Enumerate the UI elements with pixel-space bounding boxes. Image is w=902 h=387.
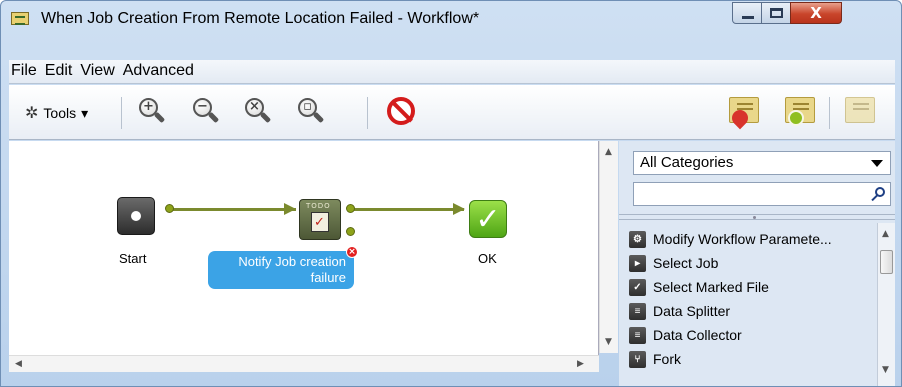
- scroll-right-icon[interactable]: ▶: [577, 359, 584, 369]
- close-icon: X: [810, 4, 822, 22]
- menu-items: File Edit View Advanced: [9, 62, 895, 80]
- toolbar: ✲ Tools ▾ + − × ▫: [9, 85, 895, 140]
- scroll-up-icon[interactable]: ▲: [605, 147, 612, 157]
- zoom-fit-button[interactable]: ▫: [296, 97, 326, 127]
- toolbar-separator: [367, 97, 368, 129]
- category-value: All Categories: [640, 154, 734, 171]
- start-node[interactable]: [117, 197, 155, 235]
- chevron-down-icon: ▾: [81, 104, 89, 121]
- data-splitter-icon: ≡: [629, 302, 646, 320]
- workflow-app-icon: [11, 12, 29, 25]
- chevron-down-icon: [871, 160, 883, 167]
- maximize-button[interactable]: [761, 2, 791, 24]
- scroll-down-icon[interactable]: ▼: [882, 365, 889, 375]
- list-item[interactable]: ▸ Select Job: [629, 251, 718, 275]
- tools-menu-button[interactable]: ✲ Tools ▾: [25, 103, 88, 123]
- ok-node-label: OK: [478, 251, 497, 266]
- select-job-icon: ▸: [629, 254, 646, 272]
- connector-arrow: [453, 203, 465, 215]
- scroll-up-icon[interactable]: ▲: [882, 229, 889, 239]
- zoom-in-button[interactable]: +: [137, 97, 167, 127]
- zoom-out-button[interactable]: −: [191, 97, 221, 127]
- list-item[interactable]: ⑂ Fork: [629, 347, 681, 371]
- connector-start-dot[interactable]: [346, 204, 355, 213]
- menu-file[interactable]: File: [11, 62, 37, 80]
- connector-arrow: [284, 203, 296, 215]
- tools-label: Tools: [43, 105, 77, 121]
- list-scrollbar[interactable]: ▲ ▼: [877, 223, 895, 386]
- toolbar-separator: [829, 97, 830, 129]
- connector-start-dot[interactable]: [165, 204, 174, 213]
- title-bar[interactable]: When Job Creation From Remote Location F…: [1, 1, 901, 37]
- connector-line: [172, 208, 296, 211]
- workflow-window: When Job Creation From Remote Location F…: [0, 0, 902, 387]
- gear-icon: ✲: [25, 105, 39, 122]
- menu-advanced[interactable]: Advanced: [123, 62, 194, 80]
- maximize-icon: [770, 8, 783, 18]
- error-icon: ×: [346, 246, 358, 258]
- list-item[interactable]: ✓ Select Marked File: [629, 275, 769, 299]
- canvas-horizontal-scrollbar[interactable]: ◀ ▶: [9, 355, 599, 372]
- close-button[interactable]: X: [790, 2, 842, 24]
- connector-line: [352, 208, 464, 211]
- search-input[interactable]: [633, 182, 891, 206]
- favorite-ticket-icon[interactable]: [728, 97, 759, 130]
- ok-node[interactable]: ✓: [469, 200, 507, 238]
- todo-node[interactable]: TODO ✓: [299, 199, 341, 240]
- list-item[interactable]: ≡ Data Collector: [629, 323, 742, 347]
- menu-view[interactable]: View: [80, 62, 114, 80]
- ticket-icon[interactable]: [845, 97, 875, 123]
- modify-parameters-icon: ⚙: [629, 230, 646, 248]
- toolbar-separator: [121, 97, 122, 129]
- data-collector-icon: ≡: [629, 326, 646, 344]
- list-item[interactable]: ≡ Data Splitter: [629, 299, 730, 323]
- start-node-label: Start: [119, 251, 147, 266]
- scroll-left-icon[interactable]: ◀: [15, 359, 22, 369]
- add-ticket-icon[interactable]: [785, 97, 815, 126]
- search-icon[interactable]: [875, 187, 885, 197]
- panel-splitter[interactable]: [619, 214, 895, 220]
- element-list: ⚙ Modify Workflow Paramete... ▸ Select J…: [619, 223, 877, 386]
- menu-edit[interactable]: Edit: [45, 62, 73, 80]
- check-icon: ✓: [314, 215, 325, 230]
- minimize-button[interactable]: [732, 2, 762, 24]
- zoom-reset-button[interactable]: ×: [243, 97, 273, 127]
- connector-output-dot[interactable]: [346, 227, 355, 236]
- elements-panel: All Categories ⚙ Modify Workflow Paramet…: [619, 141, 895, 386]
- minimize-icon: [742, 16, 754, 19]
- select-marked-file-icon: ✓: [629, 278, 646, 296]
- scrollbar-thumb[interactable]: [880, 250, 893, 274]
- todo-node-label[interactable]: Notify Job creation failure: [208, 251, 354, 289]
- scroll-down-icon[interactable]: ▼: [605, 337, 612, 347]
- list-item[interactable]: ⚙ Modify Workflow Paramete...: [629, 227, 832, 251]
- canvas-vertical-scrollbar[interactable]: ▲ ▼: [599, 141, 618, 353]
- category-dropdown[interactable]: All Categories: [633, 151, 891, 175]
- window-title: When Job Creation From Remote Location F…: [41, 10, 480, 27]
- stop-icon[interactable]: [387, 97, 415, 125]
- fork-icon: ⑂: [629, 350, 646, 368]
